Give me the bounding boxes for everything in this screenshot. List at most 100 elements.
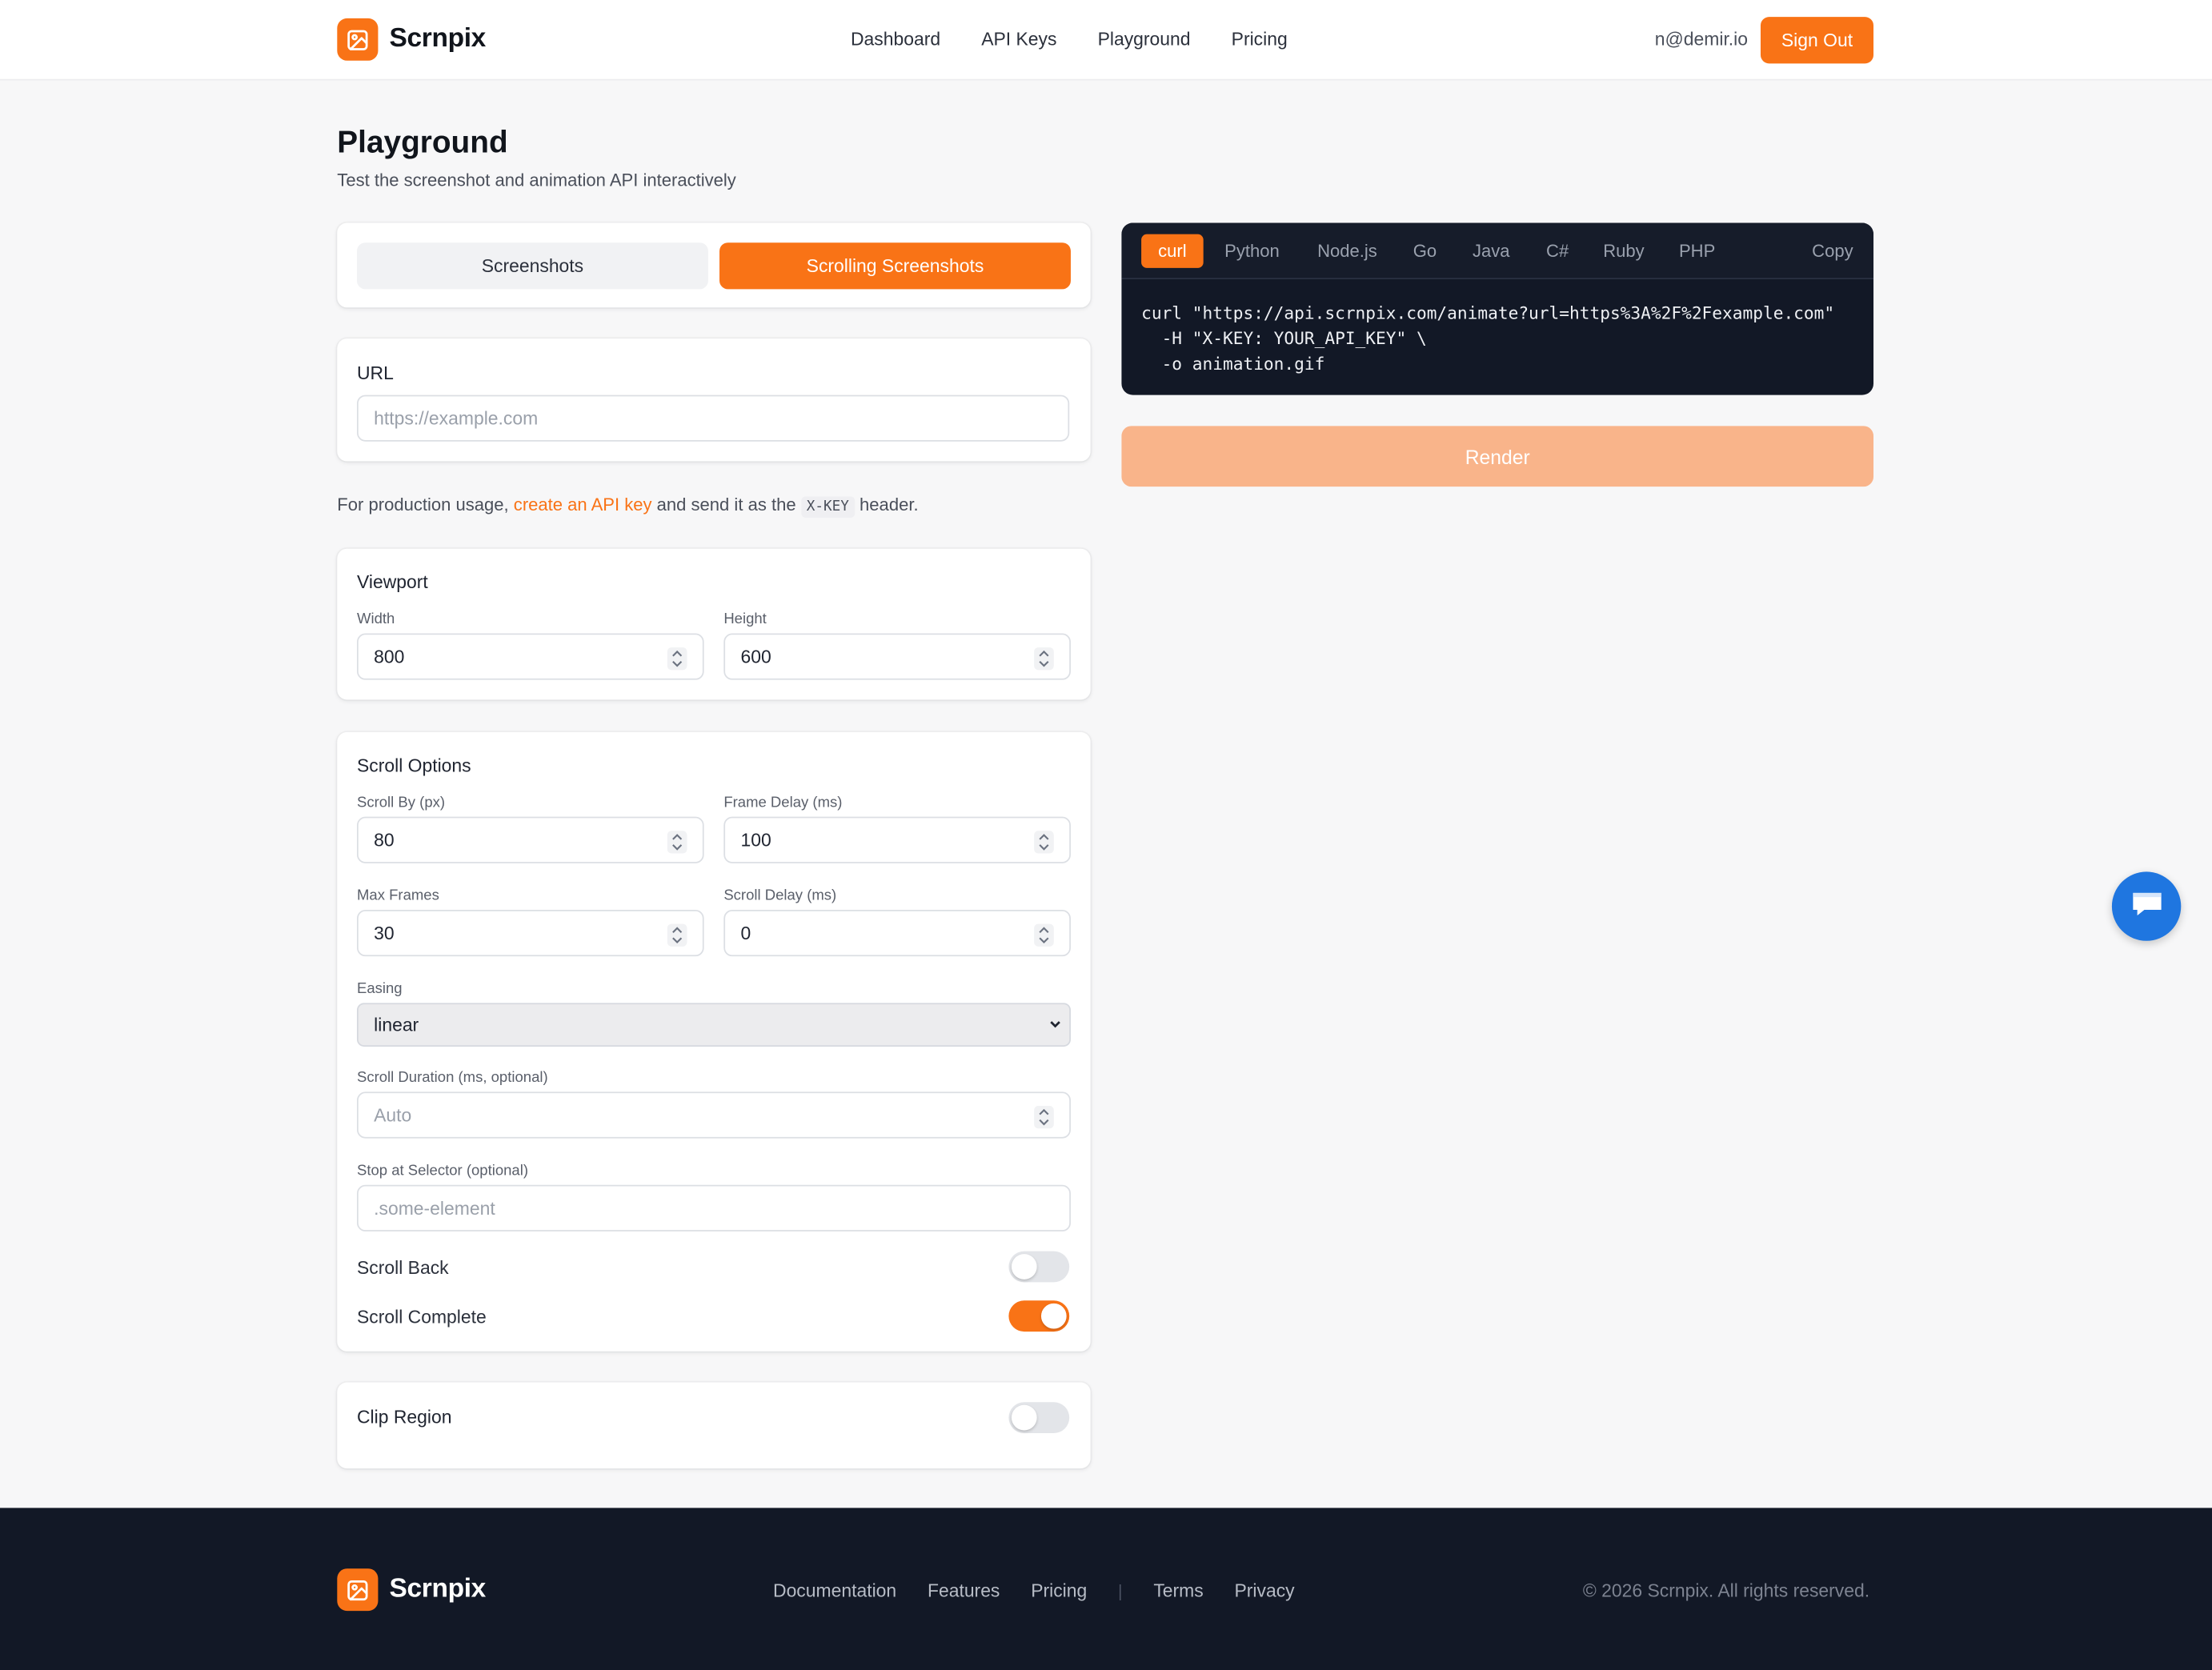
scroll-duration-placeholder: Auto [374, 1104, 412, 1126]
stop-selector-label: Stop at Selector (optional) [356, 1162, 529, 1179]
max-frames-value: 30 [374, 922, 395, 944]
note-text: For production usage, [337, 495, 514, 515]
footer-link-pricing[interactable]: Pricing [1031, 1580, 1087, 1600]
sign-out-button[interactable]: Sign Out [1760, 17, 1873, 64]
easing-label: Easing [356, 980, 403, 998]
x-key-code: X-KEY [800, 496, 855, 518]
copyright-text: © 2026 Scrnpix. All rights reserved. [1582, 1580, 1870, 1601]
tab-python[interactable]: Python [1215, 234, 1289, 268]
viewport-card: Viewport Width 800 Height 600 [337, 548, 1091, 700]
api-key-note: For production usage, create an API key … [337, 495, 919, 518]
stop-selector-input[interactable]: .some-element [356, 1184, 1071, 1231]
stepper-icon[interactable] [1034, 647, 1054, 671]
tab-java[interactable]: Java [1465, 234, 1518, 268]
page-subtitle: Test the screenshot and animation API in… [337, 170, 736, 190]
nav-api-keys[interactable]: API Keys [981, 28, 1056, 49]
scroll-delay-label: Scroll Delay (ms) [723, 887, 837, 904]
height-value: 600 [740, 646, 771, 667]
code-line: -o animation.gif [1141, 354, 1325, 374]
frame-delay-value: 100 [740, 829, 771, 851]
url-card: URL https://example.com [337, 338, 1091, 462]
footer-separator: | [1118, 1580, 1123, 1600]
scroll-back-toggle[interactable] [1008, 1251, 1070, 1283]
width-label: Width [356, 611, 395, 628]
footer-brand-name: Scrnpix [389, 1574, 487, 1604]
stepper-icon[interactable] [667, 647, 687, 671]
footer-link-privacy[interactable]: Privacy [1235, 1580, 1295, 1600]
stepper-icon[interactable] [1034, 1106, 1054, 1129]
nav-pricing[interactable]: Pricing [1232, 28, 1288, 49]
brand-name: Scrnpix [389, 23, 487, 54]
url-placeholder: https://example.com [374, 407, 539, 429]
width-input[interactable]: 800 [356, 633, 704, 680]
scroll-by-input[interactable]: 80 [356, 816, 704, 863]
note-text-mid: and send it as the [651, 495, 801, 515]
render-button[interactable]: Render [1121, 426, 1873, 487]
tab-csharp[interactable]: C# [1533, 234, 1581, 268]
footer-link-terms[interactable]: Terms [1153, 1580, 1203, 1600]
scroll-delay-value: 0 [740, 922, 751, 944]
tab-scrolling-screenshots[interactable]: Scrolling Screenshots [719, 242, 1071, 290]
frame-delay-label: Frame Delay (ms) [723, 794, 843, 811]
nav-dashboard[interactable]: Dashboard [851, 28, 940, 49]
easing-value: linear [374, 1014, 419, 1035]
max-frames-label: Max Frames [356, 887, 439, 904]
brand-logo[interactable]: Scrnpix [337, 18, 486, 61]
toggle-knob [1011, 1404, 1037, 1431]
copy-button[interactable]: Copy [1805, 234, 1861, 268]
chat-support-button[interactable] [2111, 871, 2182, 941]
stepper-icon[interactable] [667, 831, 687, 854]
page-title: Playground [337, 124, 508, 160]
code-line: curl "https://api.scrnpix.com/animate?ur… [1141, 303, 1835, 323]
nav-playground[interactable]: Playground [1098, 28, 1191, 49]
scroll-options-card: Scroll Options Scroll By (px) 80 Frame D… [337, 731, 1091, 1352]
frame-delay-input[interactable]: 100 [723, 816, 1071, 863]
url-input[interactable]: https://example.com [356, 394, 1070, 442]
tab-curl[interactable]: curl [1141, 234, 1204, 268]
code-line: -H "X-KEY: YOUR_API_KEY" \ [1141, 328, 1427, 349]
image-icon [337, 18, 379, 61]
easing-select[interactable]: linear [356, 1003, 1071, 1047]
footer-link-documentation[interactable]: Documentation [773, 1580, 896, 1600]
image-icon [337, 1568, 379, 1612]
url-label: URL [356, 362, 394, 384]
stepper-icon[interactable] [1034, 831, 1054, 854]
tab-go[interactable]: Go [1402, 234, 1447, 268]
scroll-options-title: Scroll Options [356, 755, 471, 776]
tab-ruby[interactable]: Ruby [1596, 234, 1653, 268]
stop-selector-placeholder: .some-element [374, 1197, 495, 1219]
scroll-by-label: Scroll By (px) [356, 794, 446, 811]
stepper-icon[interactable] [667, 923, 687, 947]
stepper-icon[interactable] [1034, 923, 1054, 947]
clip-region-title: Clip Region [356, 1406, 452, 1428]
user-email: n@demir.io [1654, 28, 1749, 50]
tab-php[interactable]: PHP [1669, 234, 1725, 268]
note-text-end: header. [854, 495, 919, 515]
chevron-down-icon [1047, 1015, 1064, 1036]
scroll-complete-toggle[interactable] [1008, 1300, 1070, 1332]
scroll-duration-label: Scroll Duration (ms, optional) [356, 1069, 548, 1087]
scroll-complete-label: Scroll Complete [356, 1306, 487, 1328]
scroll-delay-input[interactable]: 0 [723, 910, 1071, 957]
width-value: 800 [374, 646, 405, 667]
mode-switcher: Screenshots Scrolling Screenshots [337, 222, 1091, 308]
max-frames-input[interactable]: 30 [356, 910, 704, 957]
scroll-duration-input[interactable]: Auto [356, 1091, 1071, 1139]
code-block: curl "https://api.scrnpix.com/animate?ur… [1141, 300, 1834, 376]
footer-logo[interactable]: Scrnpix [337, 1568, 487, 1612]
create-api-key-link[interactable]: create an API key [514, 495, 652, 515]
site-footer: Scrnpix Documentation Features Pricing |… [0, 1508, 2212, 1670]
tab-nodejs[interactable]: Node.js [1308, 234, 1387, 268]
footer-link-features[interactable]: Features [928, 1580, 1000, 1600]
clip-region-card: Clip Region [337, 1382, 1091, 1469]
height-label: Height [723, 611, 767, 628]
clip-region-toggle[interactable] [1008, 1402, 1070, 1434]
top-header: Scrnpix Dashboard API Keys Playground Pr… [0, 0, 2212, 81]
scroll-back-label: Scroll Back [356, 1256, 449, 1279]
toggle-knob [1011, 1254, 1037, 1280]
main-nav: Dashboard API Keys Playground Pricing [851, 28, 1288, 49]
chat-icon [2128, 886, 2165, 927]
scroll-by-value: 80 [374, 829, 395, 851]
height-input[interactable]: 600 [723, 633, 1071, 680]
tab-screenshots[interactable]: Screenshots [356, 242, 708, 290]
